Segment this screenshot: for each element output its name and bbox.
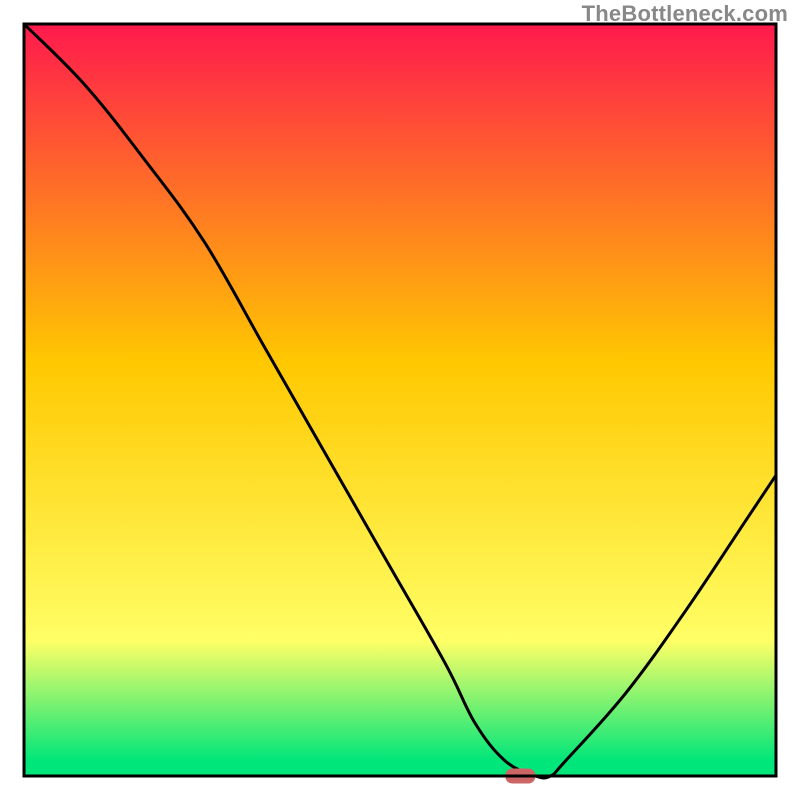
chart-container: TheBottleneck.com: [0, 0, 800, 800]
bottleneck-chart: [0, 0, 800, 800]
watermark-label: TheBottleneck.com: [582, 1, 788, 27]
gradient-background: [24, 24, 776, 776]
